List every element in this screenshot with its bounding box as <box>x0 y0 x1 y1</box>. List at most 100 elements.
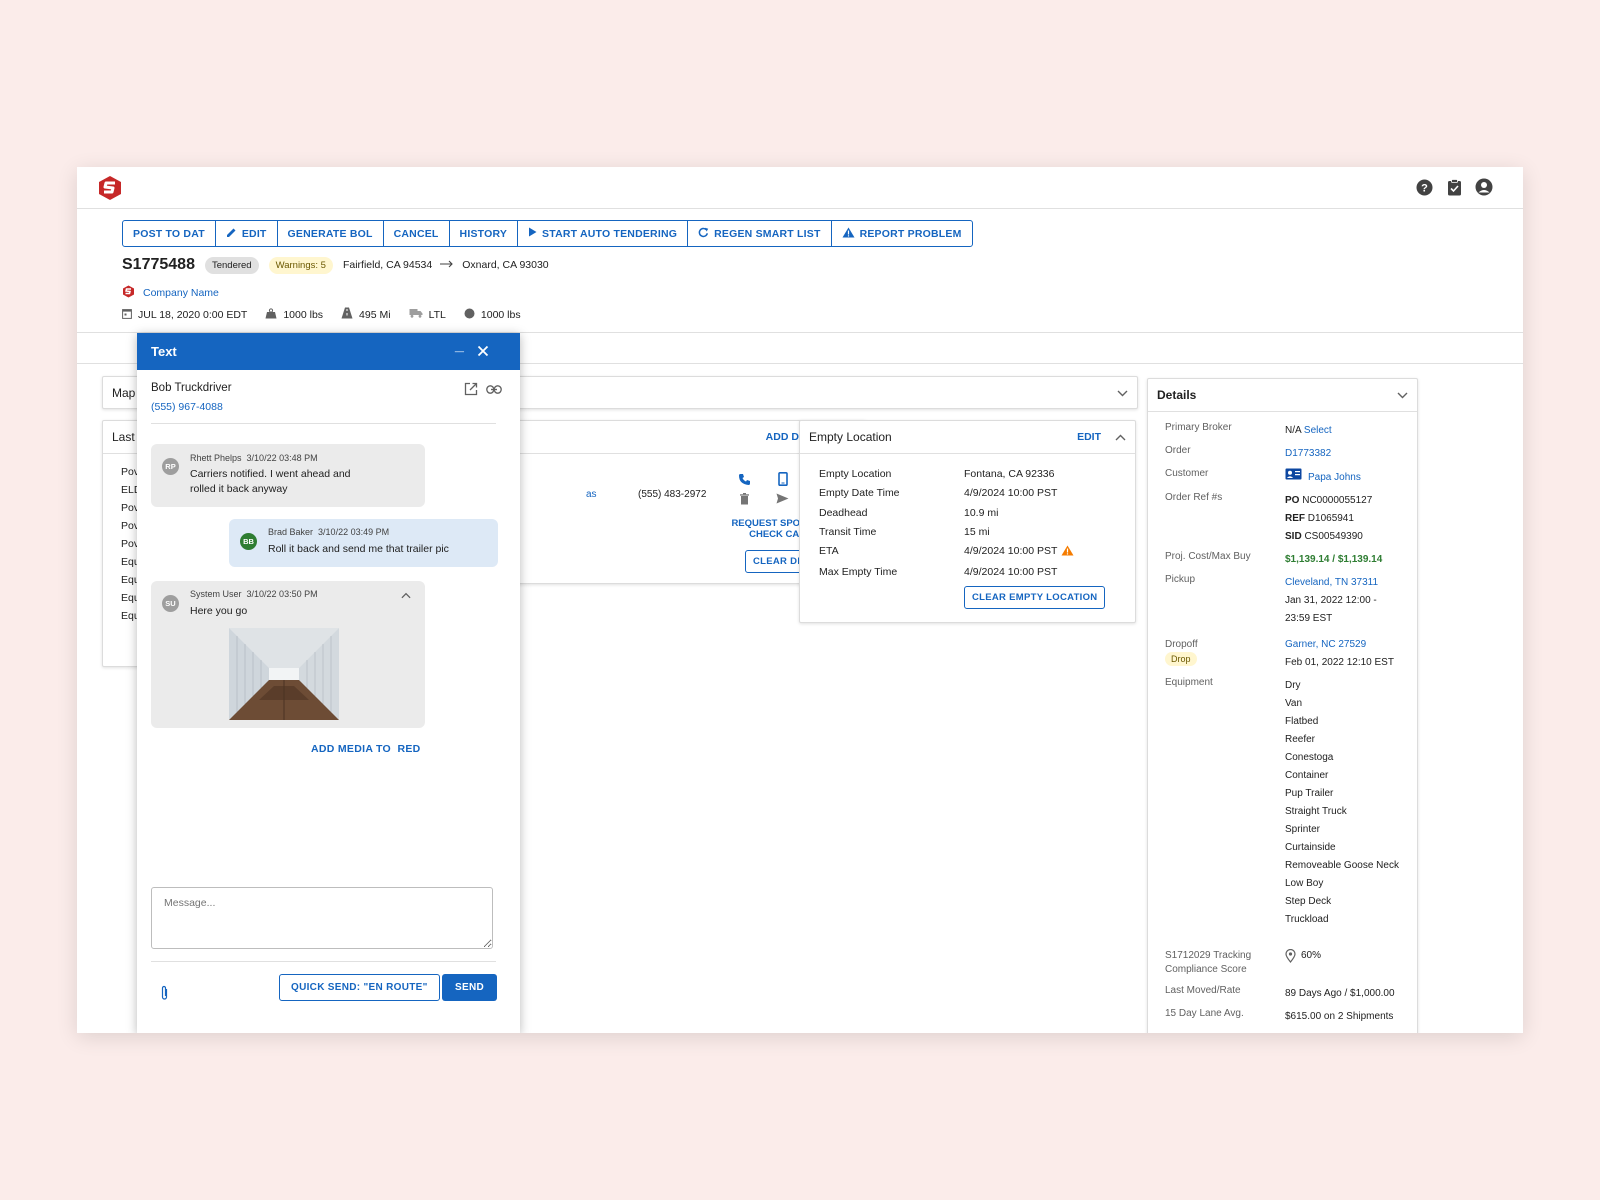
chevron-down-icon[interactable] <box>1397 388 1408 402</box>
table-row: Deadhead 10.9 mi <box>819 507 1135 519</box>
detail-row-primary-broker: Primary Broker N/A Select <box>1165 422 1417 440</box>
clear-empty-location-button[interactable]: CLEAR EMPTY LOCATION <box>964 586 1106 609</box>
chevron-up-icon[interactable] <box>1115 430 1126 444</box>
arrow-right-icon <box>440 259 454 271</box>
history-button[interactable]: HISTORY <box>450 221 519 246</box>
mobile-icon[interactable] <box>778 472 788 489</box>
trailer-photo-image[interactable] <box>229 628 339 720</box>
chevron-down-icon[interactable] <box>1117 386 1128 400</box>
dropoff-location-link[interactable]: Garner, NC 27529 <box>1285 636 1417 654</box>
detail-key: 15 Day Lane Avg. <box>1165 1008 1244 1019</box>
cancel-button[interactable]: CANCEL <box>384 221 450 246</box>
select-broker-link[interactable]: Select <box>1304 425 1332 436</box>
link-icon[interactable] <box>486 385 502 397</box>
phone-icon[interactable] <box>738 473 751 489</box>
report-problem-button[interactable]: REPORT PROBLEM <box>832 221 972 246</box>
weight-value: 1000 lbs <box>283 308 324 321</box>
close-icon[interactable] <box>477 345 489 360</box>
equipment-list: Dry Van Flatbed Reefer Conestoga Container Pup… <box>1285 677 1417 929</box>
proj-cost-value: $1,139.14 / $1,139.14 <box>1285 554 1383 565</box>
action-toolbar: POST TO DAT EDIT GENERATE BOL CANCEL HIS… <box>122 220 973 247</box>
message-line: Carriers notified. I went ahead and <box>190 468 351 480</box>
row-key: Deadhead <box>819 506 868 519</box>
ref-key: PO <box>1285 495 1300 506</box>
add-media-button[interactable]: ADD MEDIA TO RED <box>311 743 421 755</box>
driver-name-link[interactable]: as <box>586 489 597 500</box>
meta-weight-2: 1000 lbs <box>464 308 521 322</box>
send-button[interactable]: SEND <box>442 974 497 1001</box>
history-label: HISTORY <box>459 227 508 240</box>
contact-name: Bob Truckdriver <box>151 382 232 394</box>
account-icon[interactable] <box>1475 178 1493 196</box>
row-key: Transit Time <box>819 525 877 538</box>
warning-icon <box>842 227 855 241</box>
paperclip-icon[interactable] <box>160 985 169 1004</box>
message-meta: Rhett Phelps 3/10/22 03:48 PM <box>190 453 318 463</box>
ref-value: D1065941 <box>1307 513 1354 524</box>
play-icon <box>528 227 537 240</box>
detail-key: Customer <box>1165 468 1209 479</box>
edit-button[interactable]: EDIT <box>216 221 278 246</box>
detail-row-equipment: Equipment Dry Van Flatbed Reefer Conestoga Co… <box>1165 677 1417 929</box>
empty-location-title: Empty Location <box>809 430 892 444</box>
last-card-title: Last <box>112 430 135 444</box>
detail-row-lane-avg: 15 Day Lane Avg. $615.00 on 2 Shipments <box>1165 1008 1417 1026</box>
details-title: Details <box>1157 388 1197 402</box>
edit-empty-location-button[interactable]: EDIT <box>1077 431 1101 443</box>
order-ref: REF D1065941 <box>1285 510 1417 528</box>
load-id: S1775488 <box>122 256 195 273</box>
load-header: S1775488 Tendered Warnings: 5 Fairfield,… <box>122 256 549 274</box>
trash-icon[interactable] <box>739 493 750 508</box>
detail-value: Papa Johns <box>1285 468 1417 487</box>
compose-divider <box>151 961 496 962</box>
row-value: 4/9/2024 10:00 PST <box>964 545 1058 558</box>
detail-row-dropoff: Dropoff Drop Garner, NC 27529 Feb 01, 20… <box>1165 636 1417 672</box>
text-panel-title: Text <box>151 344 177 359</box>
brand-logo-icon[interactable] <box>97 175 123 201</box>
details-body: Primary Broker N/A Select Order D1773382… <box>1148 412 1417 1026</box>
order-link[interactable]: D1773382 <box>1285 445 1417 463</box>
open-external-icon[interactable] <box>464 382 478 399</box>
pickup-location-link[interactable]: Cleveland, TN 37311 <box>1285 574 1417 592</box>
truck-icon <box>409 308 423 321</box>
send-icon[interactable] <box>776 493 789 507</box>
equipment-item: Container <box>1285 770 1329 781</box>
meta-date: JUL 18, 2020 0:00 EDT <box>122 308 247 322</box>
message-sender: Brad Baker <box>268 527 314 537</box>
driver-phone: (555) 483-2972 <box>638 489 707 500</box>
ref-key: REF <box>1285 513 1305 524</box>
warnings-badge[interactable]: Warnings: 5 <box>268 256 333 274</box>
app-window: ? POST TO DAT EDIT GENERATE BOL CANCEL H… <box>77 167 1523 1033</box>
detail-key: Order <box>1165 445 1191 456</box>
detail-row-customer: Customer Papa Johns <box>1165 468 1417 487</box>
quick-send-button[interactable]: QUICK SEND: "EN ROUTE" <box>279 974 440 1001</box>
message-time: 3/10/22 03:50 PM <box>246 589 318 599</box>
help-icon[interactable]: ? <box>1415 178 1433 196</box>
table-row: Empty Location Fontana, CA 92336 <box>819 468 1135 480</box>
detail-key: S1712029 Tracking Compliance Score <box>1165 949 1285 977</box>
origin: Fairfield, CA 94534 <box>342 259 433 271</box>
equipment-item: Truckload <box>1285 914 1329 925</box>
chevron-up-icon[interactable] <box>401 590 411 602</box>
start-auto-tendering-button[interactable]: START AUTO TENDERING <box>518 221 689 246</box>
post-to-dat-button[interactable]: POST TO DAT <box>123 221 216 246</box>
pencil-icon <box>226 227 237 241</box>
minimize-button[interactable]: _ <box>455 337 464 355</box>
message-sender: System User <box>190 589 242 599</box>
company-name-link[interactable]: Company Name <box>143 287 219 299</box>
pickup-time: Jan 31, 2022 12:00 - <box>1285 595 1377 606</box>
message-line: rolled it back anyway <box>190 483 288 495</box>
route: Fairfield, CA 94534 Oxnard, CA 93030 <box>343 259 549 271</box>
avatar: RP <box>162 458 179 475</box>
contact-phone-link[interactable]: (555) 967-4088 <box>151 401 223 413</box>
message-input[interactable] <box>151 887 493 949</box>
regen-smart-list-button[interactable]: REGEN SMART LIST <box>688 221 832 246</box>
generate-bol-button[interactable]: GENERATE BOL <box>278 221 384 246</box>
detail-value: N/A Select <box>1285 422 1417 440</box>
customer-link[interactable]: Papa Johns <box>1308 469 1361 487</box>
company-row: Company Name <box>122 285 219 301</box>
start-auto-tendering-label: START AUTO TENDERING <box>542 227 678 240</box>
text-panel-header: Text _ <box>137 333 520 370</box>
ref-value: NC0000055127 <box>1302 495 1373 506</box>
clipboard-check-icon[interactable] <box>1445 178 1463 196</box>
